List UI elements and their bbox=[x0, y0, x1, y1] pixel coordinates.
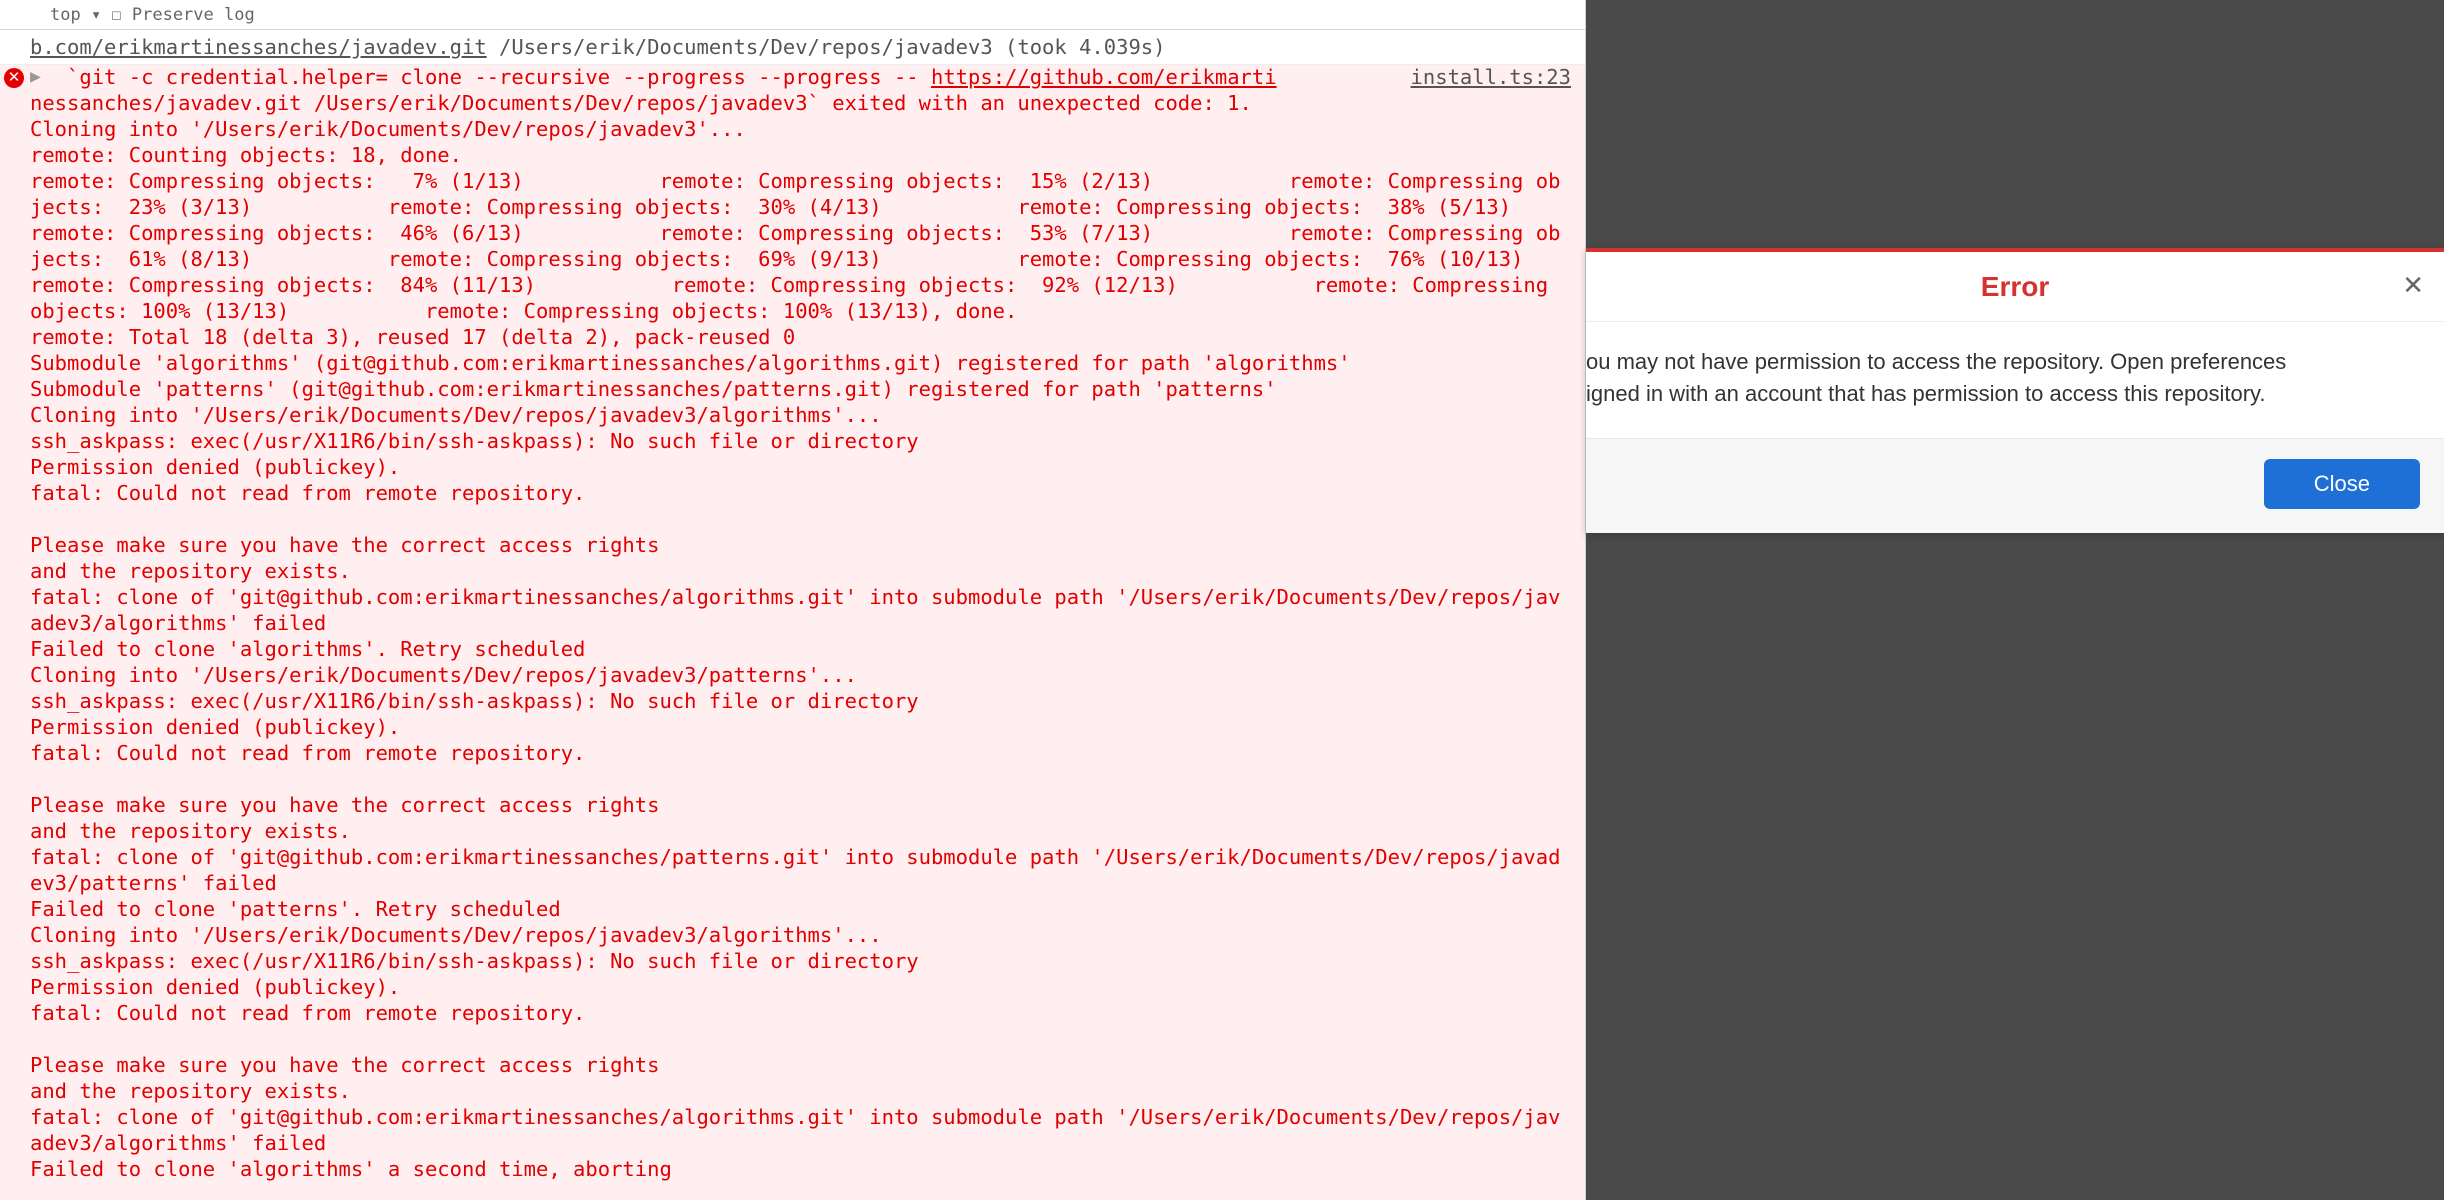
devtools-console-panel: top ▾ ☐ Preserve log b.com/erikmartiness… bbox=[0, 0, 1586, 1200]
console-toolbar-fragment: top ▾ ☐ Preserve log bbox=[0, 0, 1585, 30]
dialog-title: Error bbox=[1981, 271, 2049, 303]
error-dialog: Error ✕ ou may not have permission to ac… bbox=[1586, 248, 2444, 533]
dialog-body: ou may not have permission to access the… bbox=[1586, 322, 2444, 439]
close-icon: ✕ bbox=[2402, 270, 2424, 300]
console-error-body: nessanches/javadev.git /Users/erik/Docum… bbox=[30, 91, 1586, 1181]
console-error-message: `git -c credential.helper= clone --recur… bbox=[0, 62, 1585, 1200]
close-button[interactable]: Close bbox=[2264, 459, 2420, 509]
dialog-body-line1: ou may not have permission to access the… bbox=[1586, 346, 2416, 378]
dialog-header: Error ✕ bbox=[1586, 252, 2444, 322]
cmd-prefix-text: `git -c credential.helper= clone --recur… bbox=[67, 65, 931, 89]
console-summary-rest: /Users/erik/Documents/Dev/repos/javadev3… bbox=[487, 35, 1166, 59]
dialog-footer: Close bbox=[1586, 439, 2444, 533]
console-log-summary: b.com/erikmartinessanches/javadev.git /U… bbox=[0, 30, 1585, 65]
dialog-close-x-button[interactable]: ✕ bbox=[2402, 272, 2424, 298]
app-background bbox=[1586, 0, 2444, 1200]
git-clone-url-link[interactable]: https://github.com/erikmarti bbox=[931, 65, 1277, 89]
dialog-body-line2: igned in with an account that has permis… bbox=[1586, 378, 2416, 410]
console-summary-url[interactable]: b.com/erikmartinessanches/javadev.git bbox=[30, 35, 487, 59]
